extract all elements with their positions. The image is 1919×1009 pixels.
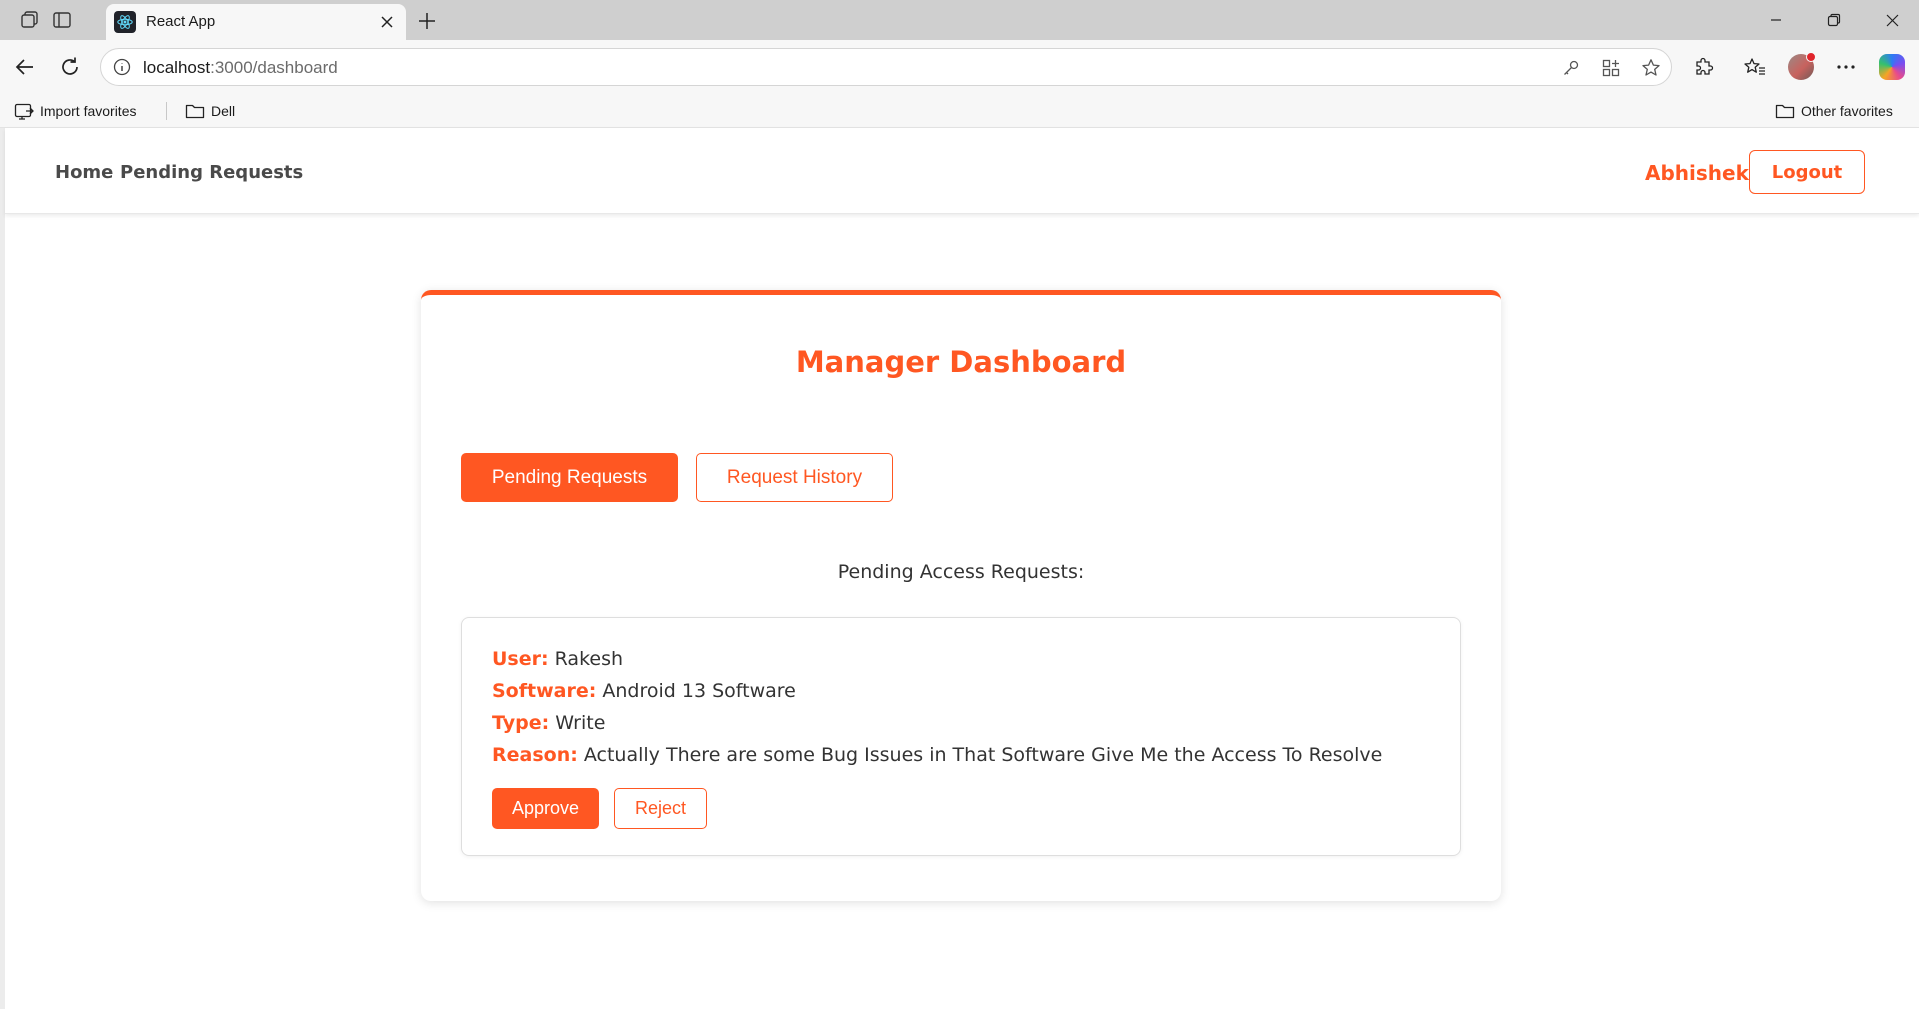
field-label: User: <box>492 648 549 670</box>
back-icon[interactable] <box>11 53 39 81</box>
request-software: Android 13 Software <box>602 680 796 702</box>
request-type-row: Type: Write <box>492 712 605 734</box>
refresh-icon[interactable] <box>56 53 84 81</box>
bookmark-label: Import favorites <box>40 103 137 119</box>
import-icon <box>14 103 34 120</box>
nav-link-pending-requests[interactable]: Pending Requests <box>120 162 303 183</box>
react-icon <box>114 11 136 33</box>
page-title: Manager Dashboard <box>795 345 1127 379</box>
bookmark-import-favorites[interactable]: Import favorites <box>14 100 136 122</box>
workspaces-icon[interactable] <box>18 8 42 32</box>
request-software-row: Software: Android 13 Software <box>492 680 796 702</box>
folder-icon <box>185 104 205 119</box>
request-reason: Actually There are some Bug Issues in Th… <box>583 744 1383 766</box>
approve-button[interactable]: Approve <box>492 788 599 829</box>
key-icon[interactable] <box>1560 57 1582 79</box>
tab-request-history[interactable]: Request History <box>696 453 893 502</box>
section-heading: Pending Access Requests: <box>837 561 1085 583</box>
tab-pending-requests[interactable]: Pending Requests <box>461 453 678 502</box>
bookmarks-bar: Import favorites Dell Other favorites <box>0 94 1919 128</box>
bookmark-label: Dell <box>211 103 236 119</box>
close-window-icon[interactable] <box>1872 6 1912 34</box>
folder-icon <box>1775 104 1795 119</box>
browser-toolbar: localhost:3000/dashboard <box>0 40 1919 94</box>
bookmark-other-favorites[interactable]: Other favorites <box>1775 100 1893 122</box>
nav-link-home[interactable]: Home <box>55 162 113 183</box>
request-type: Write <box>555 712 606 734</box>
reject-button[interactable]: Reject <box>614 788 707 829</box>
restore-icon[interactable] <box>1814 6 1854 34</box>
copilot-icon[interactable] <box>1878 53 1906 81</box>
more-options-icon[interactable] <box>1832 53 1860 81</box>
extensions-icon[interactable] <box>1690 53 1718 81</box>
page-viewport: Home Pending Requests Abhishek Logout Ma… <box>0 128 1919 1009</box>
url-path: :3000/dashboard <box>210 58 338 77</box>
app-available-icon[interactable] <box>1600 57 1622 79</box>
field-label: Type: <box>492 712 550 734</box>
logout-button[interactable]: Logout <box>1749 150 1865 194</box>
bookmark-dell[interactable]: Dell <box>185 100 235 122</box>
field-label: Software: <box>492 680 597 702</box>
request-user: Rakesh <box>554 648 624 670</box>
bookmark-label: Other favorites <box>1801 103 1893 119</box>
dashboard-card: Manager Dashboard Pending Requests Reque… <box>421 290 1501 901</box>
app-navbar: Home Pending Requests Abhishek Logout <box>5 128 1919 214</box>
url-host: localhost <box>143 58 211 77</box>
site-info-icon[interactable] <box>113 58 131 76</box>
browser-tab[interactable]: React App <box>106 4 406 40</box>
favorites-icon[interactable] <box>1741 53 1769 81</box>
field-label: Reason: <box>492 744 578 766</box>
request-reason-row: Reason: Actually There are some Bug Issu… <box>492 744 1382 766</box>
new-tab-icon[interactable] <box>414 8 440 34</box>
request-card: User: Rakesh Software: Android 13 Softwa… <box>461 617 1461 856</box>
favorite-star-icon[interactable] <box>1640 57 1662 79</box>
close-tab-icon[interactable] <box>376 11 398 33</box>
bookmark-divider <box>166 102 167 120</box>
request-user-row: User: Rakesh <box>492 648 623 670</box>
vertical-tabs-icon[interactable] <box>50 8 74 32</box>
profile-avatar[interactable] <box>1787 52 1816 81</box>
browser-tab-bar: React App <box>0 0 1919 40</box>
minimize-icon[interactable] <box>1756 6 1796 34</box>
user-name: Abhishek <box>1645 161 1749 185</box>
url-text[interactable]: localhost:3000/dashboard <box>143 58 338 78</box>
address-bar[interactable]: localhost:3000/dashboard <box>100 48 1672 86</box>
tab-title: React App <box>146 13 216 30</box>
